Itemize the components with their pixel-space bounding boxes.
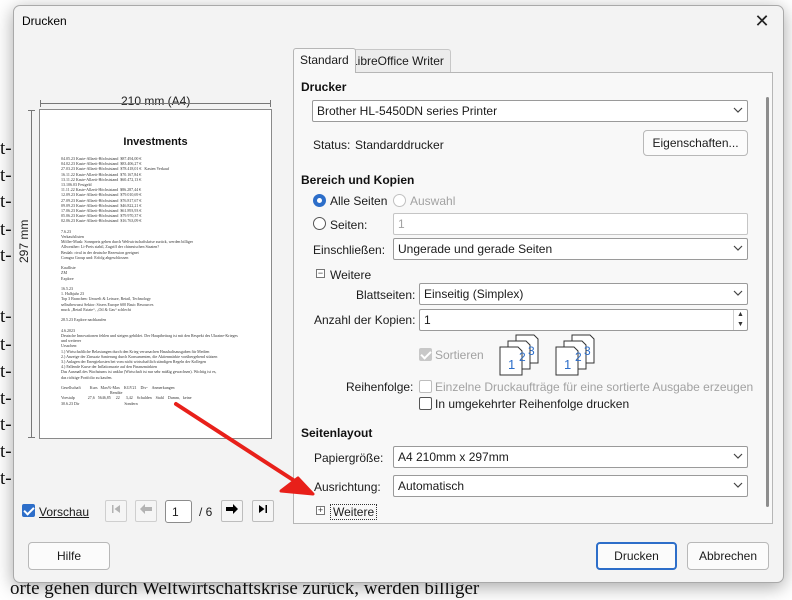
tab-libreoffice-writer[interactable]: LibreOffice Writer (344, 49, 451, 72)
status-label: Status: (313, 138, 351, 152)
sides-select[interactable]: Einseitig (Simplex) (419, 283, 748, 305)
collate-label: Sortieren (435, 348, 484, 362)
next-page-button[interactable] (221, 500, 243, 522)
collate-checkbox[interactable] (419, 348, 432, 361)
orientation-label: Ausrichtung: (314, 480, 381, 494)
first-page-button[interactable] (105, 500, 127, 522)
print-button[interactable]: Drucken (596, 542, 677, 570)
reverse-order-label: In umgekehrter Reihenfolge drucken (435, 397, 630, 411)
separate-jobs-label: Einzelne Druckaufträge für eine sortiert… (435, 380, 754, 394)
background-text-fragment: t- (0, 414, 12, 435)
printer-select-value: Brother HL-5450DN series Printer (317, 104, 498, 118)
selection-label: Auswahl (410, 194, 456, 208)
svg-text:3: 3 (584, 344, 591, 358)
chevron-down-icon (729, 476, 747, 496)
last-page-button[interactable] (252, 500, 274, 522)
spin-up-icon[interactable]: ▲ (734, 310, 747, 320)
cancel-button[interactable]: Abbrechen (687, 542, 769, 570)
page-total: / 6 (199, 505, 213, 519)
background-text-fragment: t- (0, 334, 12, 355)
chevron-down-icon (729, 101, 747, 121)
collate-pages-icon: 1 2 3 (499, 334, 539, 376)
chevron-down-icon (729, 239, 747, 259)
order-label: Reihenfolge: (346, 380, 414, 394)
dialog-title: Drucken (22, 14, 67, 28)
preview-label: Vorschau (39, 505, 90, 519)
more-range-label[interactable]: Weitere (330, 268, 371, 282)
sides-label: Blattseiten: (356, 288, 416, 302)
range-heading: Bereich und Kopien (301, 173, 415, 187)
chevron-down-icon (729, 284, 747, 304)
page-preview: Investments 04.05.23 Kaste-Allzeit-Höchs… (39, 109, 272, 439)
background-text-fragment: t- (0, 441, 12, 462)
collate-pages-icon: 1 2 3 (555, 334, 595, 376)
arrow-left-icon (140, 504, 152, 514)
printer-heading: Drucker (301, 80, 347, 94)
previous-page-button[interactable] (135, 500, 157, 522)
copies-label: Anzahl der Kopien: (314, 313, 416, 327)
svg-text:1: 1 (508, 357, 515, 372)
background-text-fragment: t- (0, 245, 12, 266)
more-layout-label[interactable]: Weitere (330, 504, 378, 520)
last-page-icon (259, 505, 267, 513)
svg-text:2: 2 (519, 350, 526, 364)
sides-select-value: Einseitig (Simplex) (424, 287, 524, 301)
arrow-right-icon (226, 504, 238, 514)
page-preview-text: 04.05.23 Kaste-Allzeit-Höchststand $87.4… (61, 156, 238, 406)
background-text-fragment: t- (0, 165, 12, 186)
paper-size-value: A4 210mm x 297mm (398, 450, 509, 464)
paper-size-label: Papiergröße: (314, 451, 384, 465)
copies-stepper[interactable]: ▲ ▼ (733, 310, 747, 330)
paper-height-label: 297 mm (17, 219, 31, 263)
chevron-down-icon (729, 447, 747, 467)
all-pages-radio[interactable] (313, 194, 326, 207)
page-preview-title: Investments (123, 136, 188, 148)
orientation-select[interactable]: Automatisch (393, 475, 748, 497)
separate-jobs-checkbox[interactable] (419, 380, 432, 393)
background-text-fragment: t- (0, 138, 12, 159)
collapse-icon[interactable]: − (316, 269, 325, 278)
reverse-order-checkbox[interactable] (419, 397, 432, 410)
include-label: Einschließen: (313, 243, 386, 257)
svg-text:1: 1 (564, 357, 571, 372)
help-button[interactable]: Hilfe (28, 542, 110, 570)
selection-radio[interactable] (393, 194, 406, 207)
properties-button[interactable]: Eigenschaften... (643, 130, 748, 156)
background-text-fragment: t- (0, 388, 12, 409)
pages-input[interactable]: 1 (393, 213, 748, 235)
copies-spinbox[interactable]: 1 ▲ ▼ (419, 309, 748, 331)
vertical-scrollbar[interactable] (766, 97, 769, 507)
preview-checkbox[interactable] (22, 504, 35, 517)
background-text-fragment: t- (0, 191, 12, 212)
background-text-fragment: t- (0, 361, 12, 382)
copies-value: 1 (424, 313, 431, 327)
include-select[interactable]: Ungerade und gerade Seiten (393, 238, 748, 260)
printer-select[interactable]: Brother HL-5450DN series Printer (312, 100, 748, 122)
status-value: Standarddrucker (355, 138, 444, 152)
expand-icon[interactable]: + (316, 506, 325, 515)
spin-down-icon[interactable]: ▼ (734, 320, 747, 330)
paper-width-label: 210 mm (A4) (121, 94, 191, 108)
background-text-fragment: t- (0, 468, 12, 489)
svg-text:2: 2 (575, 350, 582, 364)
layout-heading: Seitenlayout (301, 426, 373, 440)
include-select-value: Ungerade und gerade Seiten (398, 242, 553, 256)
svg-text:3: 3 (528, 344, 535, 358)
page-number-input[interactable]: 1 (165, 500, 192, 523)
pages-radio[interactable] (313, 217, 326, 230)
all-pages-label: Alle Seiten (330, 194, 388, 208)
background-text-fragment: t- (0, 219, 12, 240)
close-icon[interactable]: ✕ (749, 10, 775, 32)
standard-tab-panel: Drucker Brother HL-5450DN series Printer… (293, 72, 773, 524)
print-dialog: Drucken ✕ 210 mm (A4) 297 mm Investments… (13, 5, 784, 583)
paper-size-select[interactable]: A4 210mm x 297mm (393, 446, 748, 468)
background-text-fragment: t- (0, 306, 12, 327)
orientation-value: Automatisch (398, 479, 465, 493)
width-dimension-line (40, 100, 271, 107)
height-dimension-line (28, 110, 35, 438)
tab-standard[interactable]: Standard (293, 48, 356, 73)
pages-label: Seiten: (330, 218, 368, 232)
first-page-icon (112, 505, 120, 513)
